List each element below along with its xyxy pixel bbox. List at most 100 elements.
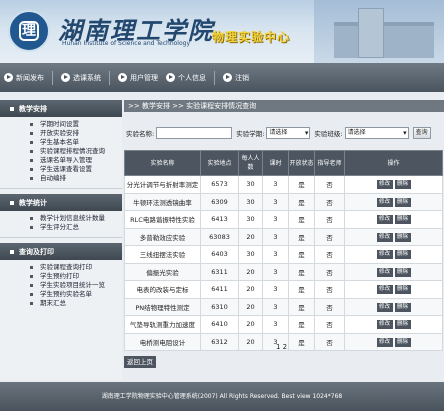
col-open-status: 开放状态 [288, 150, 315, 176]
delete-button[interactable]: 删除 [394, 180, 411, 190]
sidebar-item[interactable]: 期末汇总 [0, 299, 122, 308]
sidebar-item[interactable]: 学生实验项目统计一览 [0, 281, 122, 290]
school-logo-mark: 理 [19, 21, 39, 41]
table-header-row: 实验名称 实验地点 每人人数 课时 开放状态 指导老师 操作 [124, 150, 443, 176]
table-cell-operations: 修改 删除 [344, 332, 443, 351]
sidebar-group-query-print[interactable]: 查询及打印 [0, 243, 122, 260]
edit-button[interactable]: 修改 [376, 337, 393, 347]
breadcrumb: >> 教学安排 >> 实验课程安排情况查询 [124, 100, 444, 112]
table-cell-operations: 修改 删除 [344, 280, 443, 299]
arrow-circle-icon [61, 73, 70, 82]
table-cell: 3 [262, 280, 289, 299]
building-image [314, 0, 444, 63]
sidebar-item[interactable]: 学生基本名单 [0, 138, 122, 147]
nav-news[interactable]: 新闻发布 [4, 73, 44, 83]
nav-user-management[interactable]: 用户管理 [118, 73, 158, 83]
sidebar-item[interactable]: 学生预约实验名单 [0, 290, 122, 299]
nav-personal-info[interactable]: 个人信息 [166, 73, 206, 83]
class-select[interactable]: 请选择 [344, 127, 409, 139]
sidebar-item[interactable]: 学期时间设置 [0, 120, 122, 129]
course-name-label: 实验名称: [126, 130, 155, 138]
table-row: PN结物理特性测定 6310 20 3 是否修改 删除 [124, 297, 443, 316]
table-cell-operations: 修改 删除 [344, 192, 443, 211]
edit-button[interactable]: 修改 [376, 180, 393, 190]
sidebar-group-teaching[interactable]: 教学安排 [0, 100, 122, 117]
table-cell: 否 [314, 332, 345, 351]
sidebar-item[interactable]: 教学计划信息统计数量 [0, 214, 122, 223]
table-cell-operations: 修改 删除 [344, 315, 443, 334]
table-cell: 是 [288, 175, 315, 194]
table-cell: 20 [238, 297, 263, 316]
sidebar-item[interactable]: 学生预约打印 [0, 272, 122, 281]
edit-button[interactable]: 修改 [376, 285, 393, 295]
delete-button[interactable]: 删除 [394, 337, 411, 347]
sidebar-item[interactable]: 开放实验安排 [0, 129, 122, 138]
delete-button[interactable]: 删除 [394, 215, 411, 225]
system-title: 物理实验中心 [212, 30, 291, 44]
sidebar-item[interactable]: 实验课程排程情况查询 [0, 147, 122, 156]
table-cell: 30 [238, 175, 263, 194]
table-cell: 否 [314, 192, 345, 211]
delete-button[interactable]: 删除 [394, 197, 411, 207]
table-cell-operations: 修改 删除 [344, 227, 443, 246]
col-course-name: 实验名称 [124, 150, 201, 176]
table-row: RLC电路谐振特性实验 6413 30 3 是否修改 删除 [124, 210, 443, 229]
sidebar-group-statistics[interactable]: 教学统计 [0, 194, 122, 211]
table-cell: 20 [238, 280, 263, 299]
back-button[interactable]: 返回上页 [124, 356, 156, 368]
top-nav: 新闻发布 选课系统 用户管理 个人信息 注销 [0, 63, 444, 92]
delete-button[interactable]: 删除 [394, 285, 411, 295]
table-cell: 3 [262, 297, 289, 316]
sidebar-item[interactable]: 学生选课查看设置 [0, 165, 122, 174]
table-row: 分光计调节与折射率测定 6573 30 3 是否修改 删除 [124, 175, 443, 194]
sidebar-item[interactable]: 选课名单导入管理 [0, 156, 122, 165]
delete-button[interactable]: 删除 [394, 267, 411, 277]
table-cell: 否 [314, 245, 345, 264]
query-button[interactable]: 查询 [412, 127, 431, 139]
table-cell: 20 [238, 315, 263, 334]
delete-button[interactable]: 删除 [394, 250, 411, 260]
footer: 湖南理工学院物理实验中心管理系统(2007) All Rights Reserv… [0, 382, 444, 411]
table-cell: 6403 [200, 245, 239, 264]
table-body: 分光计调节与折射率测定 6573 30 3 是否修改 删除 牛顿环法测透镜曲率 6309 30 3… [124, 175, 443, 351]
course-name-input[interactable] [156, 127, 233, 139]
edit-button[interactable]: 修改 [376, 232, 393, 242]
table-cell: 电桥测电阻设计 [124, 332, 201, 351]
edit-button[interactable]: 修改 [376, 302, 393, 312]
col-capacity: 每人人数 [238, 150, 263, 176]
col-teacher: 指导老师 [314, 150, 345, 176]
table-cell: 63083 [200, 227, 239, 246]
table-cell: 是 [288, 262, 315, 281]
table-cell: 3 [262, 262, 289, 281]
bullet-icon [10, 249, 14, 254]
edit-button[interactable]: 修改 [376, 197, 393, 207]
class-label: 实验班级: [314, 130, 343, 138]
table-row: 多普勒效应实验 63083 20 3 是否修改 删除 [124, 227, 443, 246]
sidebar-item[interactable]: 实验课程查询打印 [0, 263, 122, 272]
term-select[interactable]: 请选择 [266, 127, 311, 139]
table-row: 偏振光实验 6311 20 3 是否修改 删除 [124, 262, 443, 281]
delete-button[interactable]: 删除 [394, 302, 411, 312]
nav-course-selection[interactable]: 选课系统 [61, 73, 101, 83]
table-cell: 6312 [200, 332, 239, 351]
edit-button[interactable]: 修改 [376, 250, 393, 260]
arrow-circle-icon [4, 73, 13, 82]
school-logo: 理 [8, 10, 50, 52]
edit-button[interactable]: 修改 [376, 267, 393, 277]
table-cell: 30 [238, 192, 263, 211]
nav-logout[interactable]: 注销 [223, 73, 249, 83]
table-row: 电表的改装与定标 6411 20 3 是否修改 删除 [124, 280, 443, 299]
table-cell: 是 [288, 315, 315, 334]
table-row: 牛顿环法测透镜曲率 6309 30 3 是否修改 删除 [124, 192, 443, 211]
pagination[interactable]: 1 2 [276, 343, 287, 351]
sidebar-item[interactable]: 自动编排 [0, 174, 122, 183]
table-cell: 30 [238, 210, 263, 229]
delete-button[interactable]: 删除 [394, 232, 411, 242]
sidebar-item[interactable]: 学生评分汇总 [0, 223, 122, 232]
table-cell-operations: 修改 删除 [344, 175, 443, 194]
edit-button[interactable]: 修改 [376, 320, 393, 330]
table-cell: 20 [238, 227, 263, 246]
col-location: 实验地点 [200, 150, 239, 176]
edit-button[interactable]: 修改 [376, 215, 393, 225]
delete-button[interactable]: 删除 [394, 320, 411, 330]
